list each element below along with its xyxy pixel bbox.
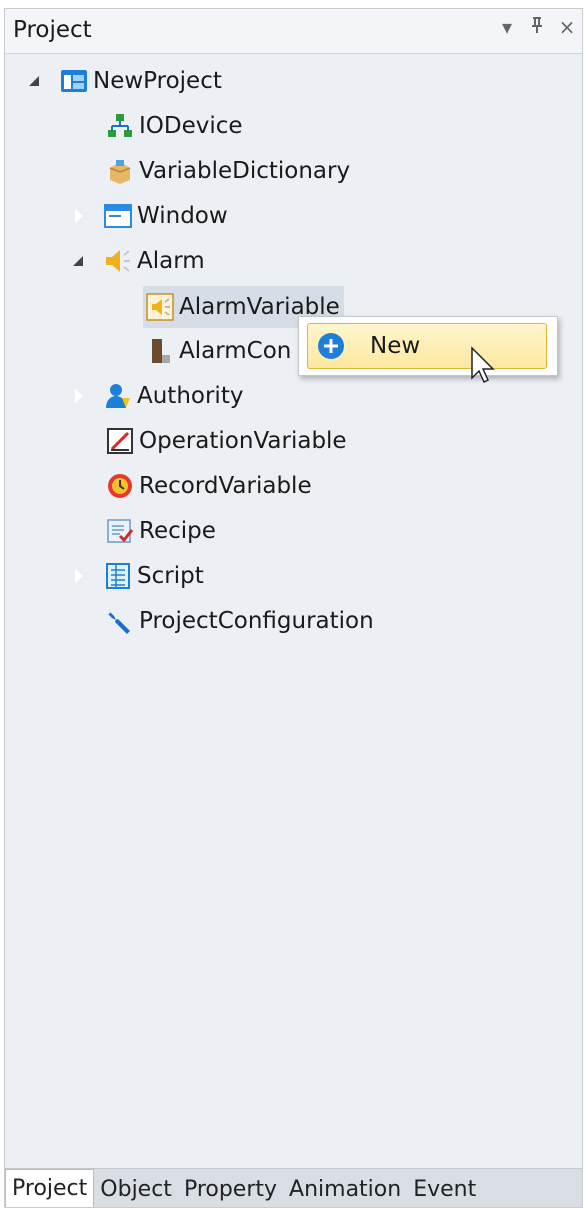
tree-node-authority[interactable]: Authority: [71, 376, 243, 416]
tree-node-label: Script: [137, 563, 204, 589]
alarm-config-icon: [145, 336, 175, 366]
tree-node-label: RecordVariable: [139, 473, 312, 499]
wrench-icon: [105, 606, 135, 636]
tree-node-recipe[interactable]: Recipe: [105, 511, 216, 551]
tree-node-operationvariable[interactable]: OperationVariable: [105, 421, 347, 461]
close-icon[interactable]: ×: [556, 13, 578, 41]
collapse-toggle-icon[interactable]: [71, 387, 89, 405]
alarm-icon: [103, 246, 133, 276]
expand-toggle-icon[interactable]: [27, 72, 45, 90]
tab-object[interactable]: Object: [94, 1173, 178, 1207]
tab-animation[interactable]: Animation: [283, 1173, 407, 1207]
tree-node-script[interactable]: Script: [71, 556, 204, 596]
alarm-variable-icon: [145, 292, 175, 322]
collapse-toggle-icon[interactable]: [71, 567, 89, 585]
tree-node-alarmcon[interactable]: AlarmCon: [145, 331, 291, 371]
tree-node-window[interactable]: Window: [71, 196, 228, 236]
tree-node-iodevice[interactable]: IODevice: [105, 106, 243, 146]
tree-node-label: IODevice: [139, 113, 243, 139]
recipe-icon: [105, 516, 135, 546]
tree-node-label: Window: [137, 203, 228, 229]
context-menu-new[interactable]: New: [307, 323, 547, 369]
bottom-tab-strip: Project Object Property Animation Event: [5, 1168, 582, 1207]
expand-toggle-icon[interactable]: [71, 252, 89, 270]
tree-node-label: Authority: [137, 383, 244, 409]
script-icon: [103, 561, 133, 591]
mouse-cursor-icon: [470, 346, 500, 390]
panel-titlebar: Project ▾ ×: [5, 9, 582, 54]
panel-title: Project: [13, 17, 92, 43]
collapse-toggle-icon[interactable]: [71, 207, 89, 225]
tree-node-label: VariableDictionary: [139, 158, 351, 184]
tree-node-label: AlarmCon: [179, 338, 292, 364]
tree-node-newproject[interactable]: NewProject: [27, 61, 222, 101]
tree-node-label: OperationVariable: [139, 428, 347, 454]
project-panel: Project ▾ × NewProject IODevice Variable…: [4, 8, 583, 1208]
plus-circle-icon: [316, 331, 346, 361]
context-menu: New: [298, 316, 558, 376]
tree-node-variabledictionary[interactable]: VariableDictionary: [105, 151, 350, 191]
tree-node-projectconfiguration[interactable]: ProjectConfiguration: [105, 601, 374, 641]
tree-node-label: NewProject: [93, 68, 222, 94]
network-icon: [105, 111, 135, 141]
tree-node-label: Alarm: [137, 248, 205, 274]
tree-node-alarm[interactable]: Alarm: [71, 241, 205, 281]
project-icon: [59, 66, 89, 96]
tree-node-label: Recipe: [139, 518, 216, 544]
user-icon: [103, 381, 133, 411]
panel-controls: ▾ ×: [496, 13, 578, 41]
tab-event[interactable]: Event: [407, 1173, 482, 1207]
tab-property[interactable]: Property: [178, 1173, 283, 1207]
pin-icon[interactable]: [526, 13, 548, 41]
record-icon: [105, 471, 135, 501]
dictionary-icon: [105, 156, 135, 186]
window-icon: [103, 201, 133, 231]
dropdown-icon[interactable]: ▾: [496, 13, 518, 41]
tab-project[interactable]: Project: [5, 1169, 95, 1207]
context-menu-label: New: [370, 333, 421, 359]
tree-node-recordvariable[interactable]: RecordVariable: [105, 466, 312, 506]
operation-icon: [105, 426, 135, 456]
tree-node-label: ProjectConfiguration: [139, 608, 374, 634]
